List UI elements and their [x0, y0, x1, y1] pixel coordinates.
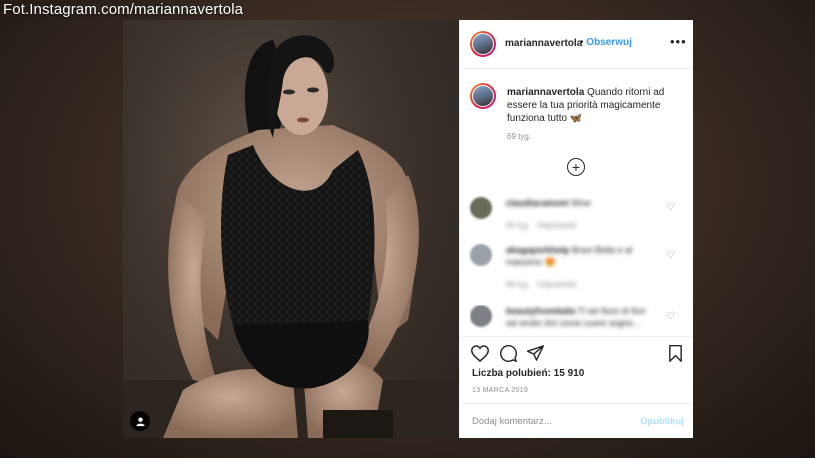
- comment-item: beautyfromitalia Ti sei fiore di fiori s…: [470, 305, 685, 335]
- post-header: mariannavertola • Obserwuj •••: [460, 20, 693, 69]
- bookmark-icon[interactable]: [668, 345, 683, 362]
- comment-username[interactable]: claudiacamoni: [506, 198, 569, 208]
- post-age: 69 tyg.: [507, 132, 532, 141]
- follow-button[interactable]: • Obserwuj: [580, 37, 632, 48]
- butterfly-emoji: 🦋: [569, 113, 583, 124]
- post-date: 13 MARCA 2019: [472, 387, 529, 394]
- add-comment-input[interactable]: Dodaj komentarz...: [472, 416, 552, 427]
- post-side-panel: mariannavertola • Obserwuj ••• mariannav…: [459, 20, 693, 438]
- plus-icon: +: [571, 159, 581, 175]
- load-more-comments-button[interactable]: +: [567, 158, 585, 176]
- user-silhouette-icon: [135, 416, 145, 426]
- share-icon[interactable]: [527, 345, 544, 361]
- author-username[interactable]: mariannavertola: [505, 38, 582, 49]
- comment-text: claudiacamoni Wow: [506, 197, 656, 209]
- comment-meta: 68 tyg. Odpowiedz: [506, 280, 577, 289]
- follow-dot: •: [580, 37, 584, 48]
- post-photo[interactable]: [123, 20, 459, 438]
- comment-reply-link[interactable]: Odpowiedz: [537, 280, 577, 289]
- comment-like-icon[interactable]: ♡: [666, 311, 675, 322]
- comment-like-icon[interactable]: ♡: [666, 202, 675, 213]
- model-photo-illustration: [123, 35, 459, 438]
- photo-credit-watermark: Fot.Instagram.com/mariannavertola: [3, 1, 244, 18]
- add-comment-bar: Dodaj komentarz... Opublikuj: [460, 403, 693, 439]
- comment-username[interactable]: beautyfromitalia: [506, 306, 576, 316]
- heart-icon[interactable]: [471, 345, 489, 362]
- likes-count: 15 910: [553, 368, 585, 379]
- author-avatar[interactable]: [470, 31, 496, 57]
- comment-username[interactable]: akagaporkhelp: [506, 245, 570, 255]
- publish-button[interactable]: Opublikuj: [640, 416, 684, 427]
- comment-item: akagaporkhelp Bravi Bella e al massimo 😍…: [470, 244, 685, 294]
- comment-avatar[interactable]: [470, 244, 492, 266]
- likes-label: Liczba polubień:: [472, 368, 551, 379]
- comment-reply-link[interactable]: Odpowiedz: [537, 221, 577, 230]
- user-tag-icon[interactable]: [130, 411, 150, 431]
- caption-author-avatar[interactable]: [470, 83, 496, 109]
- comment-icon[interactable]: [500, 345, 517, 362]
- comment-text: akagaporkhelp Bravi Bella e al massimo 😍: [506, 244, 656, 268]
- comment-text: beautyfromitalia Ti sei fiore di fiori s…: [506, 305, 656, 329]
- comment-avatar[interactable]: [470, 305, 492, 327]
- caption-username[interactable]: mariannavertola: [507, 87, 584, 98]
- post-caption: mariannavertola Quando ritorni ad essere…: [507, 86, 677, 125]
- comment-body: Wow: [571, 198, 591, 208]
- post-actions: Liczba polubień: 15 910 13 MARCA 2019: [460, 336, 693, 412]
- comment-time: 65 tyg.: [506, 221, 531, 230]
- comment-time: 68 tyg.: [506, 280, 531, 289]
- follow-label: Obserwuj: [586, 37, 632, 48]
- likes-summary[interactable]: Liczba polubień: 15 910: [472, 368, 584, 379]
- more-options-icon[interactable]: •••: [670, 34, 687, 49]
- comment-avatar[interactable]: [470, 197, 492, 219]
- comment-like-icon[interactable]: ♡: [666, 250, 675, 261]
- comment-meta: 65 tyg. Odpowiedz: [506, 221, 577, 230]
- comment-item: claudiacamoni Wow 65 tyg. Odpowiedz ♡: [470, 197, 685, 237]
